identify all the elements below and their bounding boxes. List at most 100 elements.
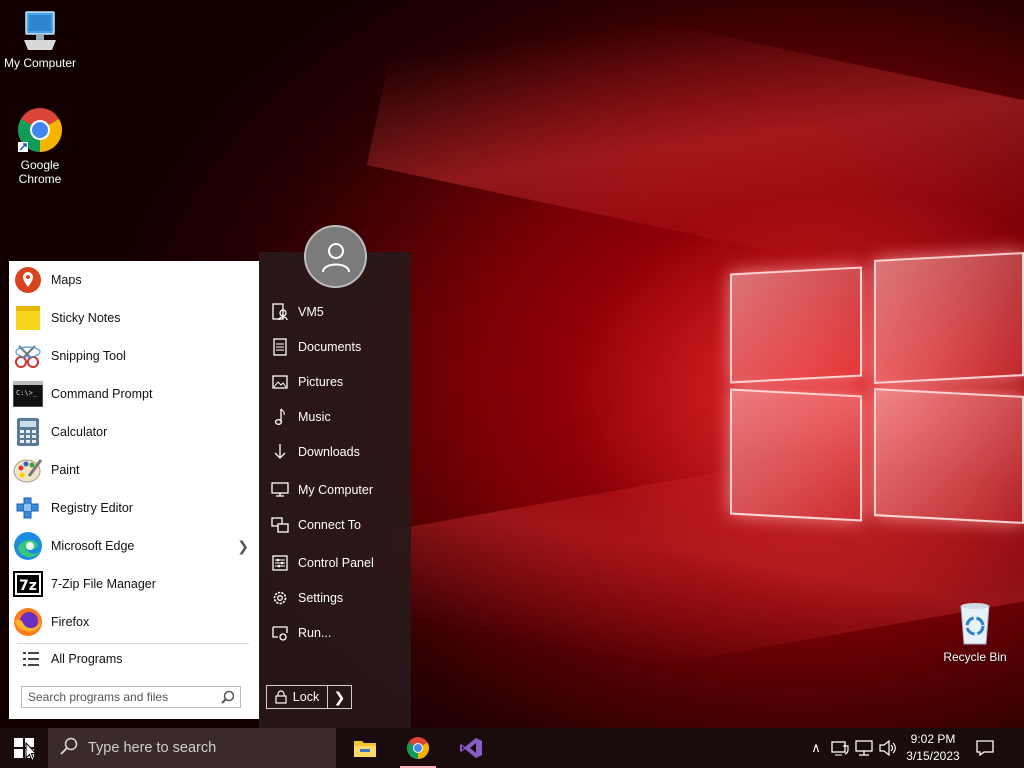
program-label: Sticky Notes	[51, 311, 121, 325]
wallpaper-light-beam	[366, 0, 1024, 311]
place-label: Pictures	[298, 375, 344, 389]
program-item-command-prompt[interactable]: C:\>_ Command Prompt	[9, 375, 259, 413]
place-item-my-computer[interactable]: My Computer	[270, 478, 405, 502]
tray-security-icon[interactable]	[830, 738, 850, 758]
program-label: Maps	[51, 273, 82, 287]
taskbar-app-chrome[interactable]	[394, 728, 442, 768]
taskbar-app-visual-studio[interactable]	[447, 728, 495, 768]
start-menu-programs-panel: Maps Sticky Notes Snipping Tool C:\>_ Co…	[9, 261, 259, 719]
7zip-icon: 7z	[12, 568, 44, 600]
desktop-icon-google-chrome[interactable]: Google Chrome	[0, 106, 80, 186]
snipping-tool-icon	[12, 340, 44, 372]
taskbar: Type here to search ∧ 9:02 PM 3/15/2023	[0, 728, 1024, 768]
chrome-icon	[18, 108, 62, 152]
speaker-icon	[879, 740, 896, 756]
list-icon	[17, 651, 45, 667]
paint-icon	[12, 454, 44, 486]
taskbar-search-placeholder: Type here to search	[88, 740, 217, 756]
all-programs-label: All Programs	[51, 652, 123, 666]
program-label: Microsoft Edge	[51, 539, 135, 553]
program-item-sticky-notes[interactable]: Sticky Notes	[9, 299, 259, 337]
desktop-icon-recycle-bin[interactable]: Recycle Bin	[935, 600, 1015, 664]
all-programs-button[interactable]: All Programs	[9, 644, 259, 674]
user-folder-icon	[270, 303, 290, 321]
place-item-downloads[interactable]: Downloads	[270, 440, 405, 464]
place-label: Connect To	[298, 518, 362, 532]
taskbar-app-file-explorer[interactable]	[341, 728, 389, 768]
search-icon[interactable]	[221, 690, 235, 707]
place-item-settings[interactable]: Settings	[270, 586, 405, 610]
place-item-music[interactable]: Music	[270, 405, 405, 429]
shield-monitor-icon	[831, 741, 849, 756]
program-label: Firefox	[51, 615, 90, 629]
chrome-icon	[407, 737, 429, 759]
place-item-pictures[interactable]: Pictures	[270, 370, 405, 394]
place-item-run[interactable]: Run...	[270, 621, 405, 645]
tray-network-icon[interactable]	[854, 738, 874, 758]
document-icon	[270, 338, 290, 356]
program-label: Snipping Tool	[51, 349, 126, 363]
program-item-microsoft-edge[interactable]: Microsoft Edge ❯	[9, 527, 259, 565]
clock-date: 3/15/2023	[906, 749, 960, 763]
program-item-maps[interactable]: Maps	[9, 261, 259, 299]
place-item-control-panel[interactable]: Control Panel	[270, 551, 405, 575]
place-label: Downloads	[298, 445, 360, 459]
taskbar-search-box[interactable]: Type here to search	[48, 728, 336, 768]
maps-icon	[12, 264, 44, 296]
program-label: Paint	[51, 463, 80, 477]
svg-text:C:\>_: C:\>_	[16, 389, 38, 397]
lock-icon	[275, 690, 287, 704]
wallpaper-windows-logo	[728, 252, 1024, 524]
program-item-paint[interactable]: Paint	[9, 451, 259, 489]
place-label: Music	[298, 410, 331, 424]
place-label: Settings	[298, 591, 344, 605]
gear-icon	[270, 590, 290, 606]
run-icon	[270, 625, 290, 641]
tray-volume-icon[interactable]	[878, 738, 898, 758]
registry-editor-icon	[12, 492, 44, 524]
program-item-7zip[interactable]: 7z 7-Zip File Manager	[9, 565, 259, 603]
start-search-placeholder: Search programs and files	[28, 690, 169, 704]
chevron-up-icon: ∧	[811, 740, 821, 755]
place-label: VM5	[298, 305, 324, 319]
connect-icon	[270, 517, 290, 533]
program-item-calculator[interactable]: Calculator	[9, 413, 259, 451]
desktop-icon-label: My Computer	[3, 56, 77, 70]
wallpaper-light-beam	[389, 412, 1024, 708]
user-avatar[interactable]	[304, 225, 367, 288]
picture-icon	[270, 375, 290, 389]
submenu-arrow-icon[interactable]: ❯	[237, 538, 249, 555]
place-item-connect-to[interactable]: Connect To	[270, 513, 405, 537]
desktop-icon-label: Google Chrome	[18, 158, 62, 186]
music-icon	[270, 408, 290, 426]
place-label: My Computer	[298, 483, 374, 497]
command-prompt-icon: C:\>_	[12, 378, 44, 410]
calculator-icon	[12, 416, 44, 448]
lock-button[interactable]: Lock	[266, 685, 328, 709]
visual-studio-icon	[460, 738, 482, 758]
place-item-vm5[interactable]: VM5	[270, 300, 405, 324]
desktop-icon-my-computer[interactable]: My Computer	[0, 10, 80, 70]
action-center-button[interactable]	[972, 738, 998, 758]
start-search-input[interactable]: Search programs and files	[21, 686, 241, 708]
notification-icon	[976, 740, 994, 756]
taskbar-clock[interactable]: 9:02 PM 3/15/2023	[900, 731, 966, 765]
program-label: Registry Editor	[51, 501, 133, 515]
program-item-firefox[interactable]: Firefox	[9, 603, 259, 641]
svg-text:7z: 7z	[19, 578, 37, 594]
mouse-cursor-icon	[25, 742, 37, 762]
clock-time: 9:02 PM	[910, 732, 956, 746]
program-item-registry-editor[interactable]: Registry Editor	[9, 489, 259, 527]
show-hidden-icons-button[interactable]: ∧	[806, 738, 826, 758]
power-options-button[interactable]: ❯	[327, 685, 352, 709]
chevron-right-icon: ❯	[333, 688, 346, 705]
file-explorer-icon	[354, 741, 376, 757]
desktop-icon-label: Recycle Bin	[943, 650, 1007, 664]
sticky-notes-icon	[12, 302, 44, 334]
program-label: Command Prompt	[51, 387, 153, 401]
program-item-snipping-tool[interactable]: Snipping Tool	[9, 337, 259, 375]
recycle-bin-icon	[960, 603, 990, 645]
place-item-documents[interactable]: Documents	[270, 335, 405, 359]
place-label: Control Panel	[298, 556, 374, 570]
start-button[interactable]	[0, 728, 48, 768]
